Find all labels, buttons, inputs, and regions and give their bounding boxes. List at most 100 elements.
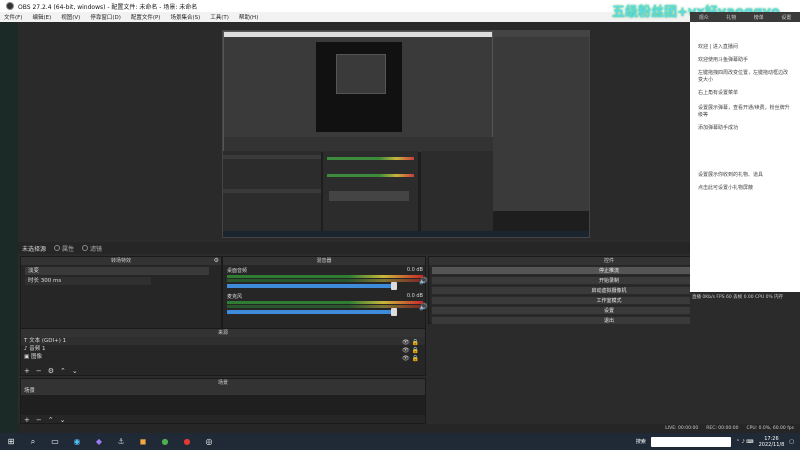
chat-status-bar: 直播 0Kb/s FPS 60 丢帧 0.00 CPU 0% 内存	[690, 292, 800, 302]
tray-icons[interactable]: ⌃ ♪ ⌨	[736, 439, 754, 445]
menu-scene-collection[interactable]: 场景集合(S)	[170, 13, 200, 21]
volume-slider-fill	[227, 310, 395, 314]
chat-tab[interactable]: 榜单	[754, 14, 764, 21]
duration-field[interactable]: 时长 300 ms	[25, 277, 151, 285]
volume-slider[interactable]	[227, 282, 397, 290]
menu-tools[interactable]: 工具(T)	[210, 13, 229, 21]
chat-tab[interactable]: 观众	[699, 14, 709, 21]
captured-window	[223, 31, 494, 152]
chat-tab[interactable]: 礼物	[726, 14, 736, 21]
chat-line: 左键拖拽四周改变位置，左键拖动框边改变大小	[698, 70, 789, 83]
gear-icon[interactable]: ⚙	[48, 367, 54, 375]
track-head: 桌面音频 0.0 dB	[227, 267, 423, 274]
captured-meter	[327, 174, 414, 177]
captured-chat	[493, 31, 589, 211]
source-item[interactable]: ▣ 图像	[21, 353, 425, 361]
anchor-icon[interactable]: ⚓	[115, 436, 127, 448]
edge-browser-icon[interactable]: ◉	[71, 436, 83, 448]
track-db: 0.0 dB	[406, 293, 423, 299]
source-label: 文本 (GDI+) 1	[29, 338, 67, 344]
obs-status-bar: LIVE: 00:00:00 REC: 00:00:00 CPU: 0.0%, …	[18, 424, 800, 433]
chat-line: 设置展示你收到的礼物、道具	[698, 172, 764, 178]
speaker-icon[interactable]: 🔊	[419, 303, 428, 311]
chat-tab[interactable]: 设置	[781, 14, 791, 21]
move-down-icon[interactable]: ⌄	[72, 367, 78, 375]
obs-taskbar-icon[interactable]: ◎	[203, 436, 215, 448]
captured-preview	[316, 42, 402, 132]
menu-edit[interactable]: 编辑(E)	[32, 13, 51, 21]
chat-line: 右上角有设置菜单	[698, 90, 739, 96]
captured-chat-header	[493, 31, 589, 37]
captured-docks	[224, 137, 494, 152]
eye-icon[interactable]: 👁 🔒	[402, 355, 419, 363]
scene-item[interactable]: 场景	[21, 387, 425, 395]
captured-row	[223, 155, 321, 159]
app-icon[interactable]: ●	[181, 436, 193, 448]
mixer-title: 混音器	[316, 258, 332, 264]
scenes-toolbar: + − ⌃ ⌄	[20, 415, 426, 424]
sources-toolbar: + − ⚙ ⌃ ⌄	[20, 366, 426, 375]
eye-icon[interactable]: 👁 🔒	[402, 339, 419, 347]
source-item[interactable]: ♪ 音频 1	[21, 345, 425, 353]
add-icon[interactable]: +	[24, 416, 30, 424]
volume-slider-fill	[227, 284, 395, 288]
mixer-header: 混音器	[223, 257, 425, 265]
window-title: OBS 27.2.4 (64-bit, windows) - 配置文件: 未命名…	[18, 3, 198, 11]
menu-help[interactable]: 帮助(H)	[239, 13, 258, 21]
properties-button[interactable]: 属性	[54, 244, 74, 253]
search-icon[interactable]: ⌕	[27, 436, 39, 448]
volume-knob[interactable]	[391, 282, 397, 290]
volume-meter	[227, 275, 423, 278]
source-item[interactable]: T 文本 (GDI+) 1	[21, 337, 425, 345]
windows-start-icon[interactable]: ⊞	[5, 436, 17, 448]
app-icon[interactable]: ◼	[137, 436, 149, 448]
source-label: 图像	[30, 354, 42, 360]
move-up-icon[interactable]: ⌃	[60, 367, 66, 375]
menu-view[interactable]: 视图(V)	[61, 13, 80, 21]
remove-icon[interactable]: −	[36, 416, 42, 424]
scene-list-empty	[21, 395, 425, 415]
chat-line: 添加弹幕助手成功	[698, 125, 739, 131]
preview-canvas[interactable]	[222, 30, 590, 238]
mixer-track-desktop: 桌面音频 0.0 dB 🔊⚙	[227, 267, 437, 291]
menu-file[interactable]: 文件(F)	[4, 13, 22, 21]
move-up-icon[interactable]: ⌃	[48, 416, 54, 424]
taskbar-search-input[interactable]	[650, 436, 731, 447]
windows-taskbar: ⊞ ⌕ ▭ ◉ ◆ ⚓ ◼ ● ● ◎ 搜索 ⌃ ♪ ⌨ 17:26 2022/…	[0, 433, 800, 450]
live-time: LIVE: 00:00:00	[665, 426, 699, 431]
source-visibility-icons: 👁 🔒 👁 🔒 👁 🔒	[402, 339, 419, 363]
app-icon[interactable]: ◆	[93, 436, 105, 448]
captured-controls	[421, 151, 493, 231]
remove-icon[interactable]: −	[36, 367, 42, 375]
properties-label: 属性	[62, 245, 75, 253]
transitions-header: 转场特效 ⚙	[21, 257, 221, 265]
transitions-dock: 转场特效 ⚙ 淡变 时长 300 ms	[20, 256, 222, 330]
add-icon[interactable]: +	[24, 367, 30, 375]
sources-title: 来源	[217, 330, 228, 336]
scenes-header: 场景	[21, 379, 425, 387]
volume-knob[interactable]	[391, 308, 397, 316]
source-label: 音频 1	[29, 346, 46, 352]
obs-app-icon	[6, 2, 14, 10]
menu-bar: 文件(F) 编辑(E) 视图(V) 停靠窗口(D) 配置文件(P) 场景集合(S…	[0, 12, 690, 22]
filter-icon	[82, 245, 89, 251]
mixer-track-mic: 麦克风 0.0 dB 🔊⚙	[227, 293, 437, 317]
menu-profile[interactable]: 配置文件(P)	[131, 13, 161, 21]
right-empty-area	[690, 302, 800, 432]
menu-docks[interactable]: 停靠窗口(D)	[90, 13, 121, 21]
gear-icon[interactable]: ⚙	[214, 257, 219, 265]
mixer-dock: 混音器 桌面音频 0.0 dB 🔊⚙ 麦克风 0.0 dB 🔊⚙	[222, 256, 437, 330]
speaker-icon[interactable]: 🔊	[419, 277, 428, 285]
clock[interactable]: 17:26 2022/11/8	[759, 436, 785, 448]
app-icon[interactable]: ●	[159, 436, 171, 448]
move-down-icon[interactable]: ⌄	[60, 416, 66, 424]
track-db: 0.0 dB	[406, 267, 423, 273]
captured-title-bar	[224, 32, 492, 37]
transition-select[interactable]: 淡变	[25, 267, 209, 275]
notification-icon[interactable]: ▢	[789, 439, 794, 445]
filters-button[interactable]: 滤镜	[82, 244, 102, 253]
task-view-icon[interactable]: ▭	[49, 436, 61, 448]
eye-icon[interactable]: 👁 🔒	[402, 347, 419, 355]
filters-label: 滤镜	[90, 245, 103, 253]
volume-slider[interactable]	[227, 308, 397, 316]
